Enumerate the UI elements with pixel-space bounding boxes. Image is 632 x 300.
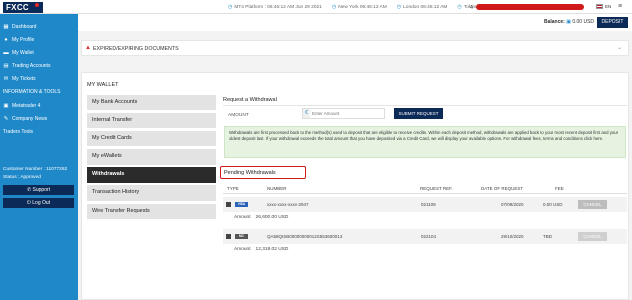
menu-icon[interactable]: ≡ [618, 3, 626, 10]
chevron-down-icon[interactable]: ⌄ [617, 44, 622, 51]
tab-internal-transfer[interactable]: Internal Transfer [87, 113, 216, 129]
account-status: Status : Approved [3, 174, 41, 180]
tab-credit-cards[interactable]: My Credit Cards [87, 131, 216, 147]
clock-newyork: ◷ New York 06:46:12 AM [331, 4, 387, 10]
request-date: 29/10/2020 [501, 234, 524, 239]
balance-icon: ▣ [566, 19, 571, 25]
customer-number: Customer Number : 11077262 [3, 167, 68, 172]
my-wallet-title: MY WALLET [87, 82, 119, 88]
clock-icon: ◷ [331, 4, 337, 10]
profile-icon: ● [4, 36, 8, 43]
tab-bank-accounts[interactable]: My Bank Accounts [87, 95, 216, 111]
amount-value: 26,600.00 USD [255, 215, 289, 220]
user-menu[interactable]: Ji [470, 4, 585, 10]
balance-display: Balance: ▣ 0.00 USD [544, 19, 595, 25]
request-ref: 021109 [421, 202, 436, 207]
table-row: MC QA58QISB00000000012S553600013 022104 … [223, 229, 627, 244]
world-clocks: ◷ MT4 Platform : 06:46:12 AM Jun 29 2021 … [228, 4, 505, 10]
dashboard-icon: ▦ [3, 23, 9, 30]
column-header-fee: FEE [555, 186, 564, 191]
cancel-button[interactable]: CANCEL [578, 232, 607, 241]
withdrawal-request-title: Request a Withdrawal [223, 97, 277, 103]
clock-mt4: ◷ MT4 Platform : 06:46:12 AM Jun 29 2021 [228, 4, 322, 10]
expired-documents-panel[interactable]: ▲ EXPIRED/EXPIRING DOCUMENTS ⌄ [81, 40, 629, 56]
trading-accounts-icon: ▤ [3, 63, 9, 70]
column-header-request-ref: REQUEST REF. [420, 186, 453, 191]
clock-icon: ◷ [457, 4, 462, 10]
column-header-type: TYPE [227, 186, 239, 191]
row-amount: Amount 12,318.02 USD [234, 247, 289, 252]
request-fee: TBD [543, 234, 552, 239]
language-selector[interactable]: EN [605, 4, 611, 9]
logout-button[interactable]: ⏻ Log Out [3, 198, 74, 208]
tab-transaction-history[interactable]: Transaction History [87, 185, 216, 201]
top-bar: FXCC ◷ MT4 Platform : 06:46:12 AM Jun 29 … [0, 0, 632, 14]
tab-withdrawals[interactable]: Withdrawals [87, 167, 216, 183]
logo-accent [35, 3, 39, 7]
row-toggle-icon[interactable] [226, 202, 231, 207]
wallet-tabs: My Bank Accounts Internal Transfer My Cr… [87, 95, 216, 222]
sidebar: ▦ Dashboard ● My Profile ▬ My Wallet ▤ Tradi… [0, 14, 78, 300]
sidebar-item-metatrader[interactable]: ▣ Metatrader 4 [0, 99, 78, 112]
sidebar-item-wallet[interactable]: ▬ My Wallet [0, 46, 78, 59]
row-amount: Amount 26,600.00 USD [234, 215, 289, 220]
pending-withdrawals-highlight: Pending Withdrawals [220, 166, 306, 179]
clock-icon: ◷ [228, 4, 233, 10]
tickets-icon: ✉ [3, 76, 9, 83]
amount-label: AMOUNT [228, 113, 249, 118]
sidebar-item-profile[interactable]: ● My Profile [0, 33, 78, 46]
sidebar-item-tickets[interactable]: ✉ My Tickets [0, 73, 78, 86]
amount-input[interactable] [312, 110, 382, 117]
tab-wire-transfer-requests[interactable]: Wire Transfer Requests [87, 203, 216, 219]
warning-icon: ▲ [85, 45, 91, 51]
deposit-button[interactable]: DEPOSIT [597, 17, 628, 28]
row-toggle-icon[interactable] [226, 234, 231, 239]
sidebar-item-trading-accounts[interactable]: ▤ Trading Accounts [0, 60, 78, 73]
request-fee: 0.00 USD [543, 202, 563, 207]
amount-field[interactable]: € [302, 108, 385, 119]
redacted-username [476, 4, 585, 10]
mastercard-icon: MC [235, 234, 248, 239]
expired-documents-title: EXPIRED/EXPIRING DOCUMENTS [93, 46, 179, 52]
withdrawal-notice: Withdrawals are first processed back to … [224, 126, 626, 158]
request-ref: 022104 [421, 234, 437, 239]
us-flag-icon[interactable] [596, 4, 603, 9]
balance-bar: Balance: ▣ 0.00 USD DEPOSIT [78, 14, 632, 31]
sidebar-item-traders-tools[interactable]: Traders Tools [0, 125, 78, 138]
withdrawal-number: QA58QISB00000000012S553600013 [267, 234, 343, 239]
news-icon: ✎ [3, 115, 9, 122]
withdrawal-number: xxxx-xxxx-xxxx-2947 [267, 202, 309, 207]
currency-icon: € [303, 109, 310, 118]
visa-card-icon: VISA [235, 202, 248, 207]
submit-request-button[interactable]: SUBMIT REQUEST [394, 108, 443, 119]
tab-ewallets[interactable]: My eWallets [87, 149, 216, 165]
user-name: Ji [470, 4, 474, 10]
request-date: 07/09/2020 [501, 202, 524, 207]
divider [223, 105, 627, 106]
wallet-icon: ▬ [3, 49, 9, 56]
support-button[interactable]: ✆ Support [3, 185, 74, 195]
amount-value: 12,318.02 USD [255, 247, 289, 252]
clock-icon: ◷ [396, 4, 402, 10]
account-info: Customer Number : 11077262 Status : Appr… [3, 166, 67, 181]
column-header-date: DATE OF REQUEST [481, 186, 524, 191]
table-row: VISA xxxx-xxxx-xxxx-2947 021109 07/09/20… [223, 197, 627, 212]
sidebar-item-dashboard[interactable]: ▦ Dashboard [0, 20, 78, 33]
column-header-number: NUMBER [267, 186, 287, 191]
sidebar-section-header: INFORMATION & TOOLS [3, 88, 61, 95]
divider [223, 193, 627, 194]
clock-london: ◷ London 06:46:12 AM [396, 4, 448, 10]
pending-withdrawals-title: Pending Withdrawals [224, 170, 276, 176]
metatrader-icon: ▣ [3, 102, 9, 109]
cancel-button[interactable]: CANCEL [578, 200, 607, 209]
balance-value: 0.00 USD [572, 19, 595, 25]
sidebar-item-company-news[interactable]: ✎ Company News [0, 112, 78, 125]
